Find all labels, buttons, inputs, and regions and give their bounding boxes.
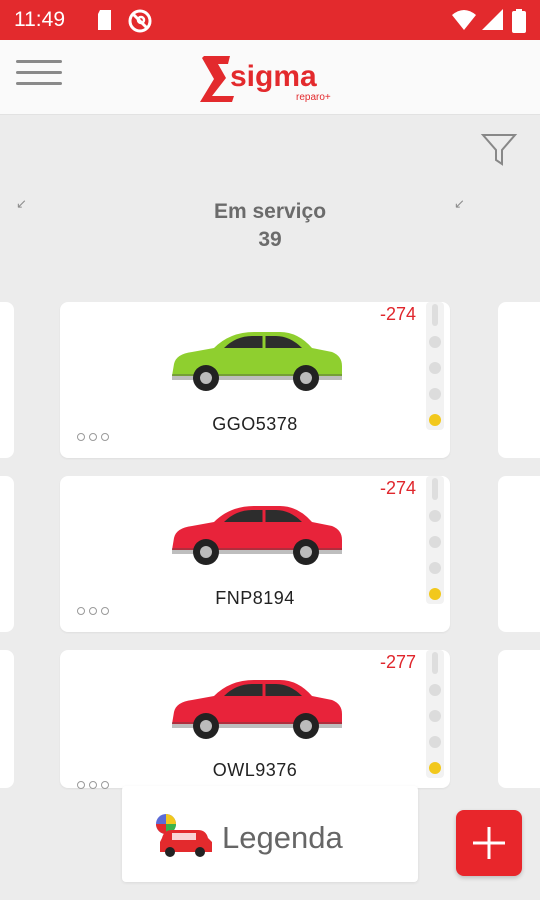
filter-icon[interactable] [480, 130, 518, 168]
adjacent-card-left[interactable] [0, 302, 14, 458]
license-plate: FNP8194 [215, 588, 295, 608]
status-light [429, 510, 441, 522]
status-light [429, 684, 441, 696]
adjacent-card-right[interactable] [498, 476, 540, 632]
car-legend-icon [156, 814, 212, 857]
signal-icon [482, 9, 503, 30]
status-time: 11:49 [14, 8, 65, 31]
status-light-active [429, 762, 441, 774]
adjacent-card-left[interactable] [0, 476, 14, 632]
sd-card-icon [98, 10, 111, 30]
vehicle-card[interactable]: -274 GGO5378 [60, 302, 450, 458]
menu-button[interactable] [16, 60, 62, 94]
car-image [172, 506, 342, 565]
days-counter: -274 [379, 304, 416, 324]
wifi-icon [452, 10, 476, 30]
vehicle-card[interactable]: -277 OWL9376 [60, 650, 450, 789]
status-bar: 11:49 [0, 0, 540, 40]
days-counter: -277 [379, 652, 416, 672]
more-options-icon[interactable] [77, 433, 109, 441]
days-counter: -274 [379, 478, 416, 498]
status-light-active [429, 588, 441, 600]
license-plate: OWL9376 [212, 760, 298, 780]
app-header: sigma reparo+ [0, 40, 540, 115]
status-light [429, 710, 441, 722]
vehicle-card[interactable]: -274 FNP8194 [60, 476, 450, 632]
status-light [429, 388, 441, 400]
adjacent-card-right[interactable] [498, 302, 540, 458]
more-options-icon[interactable] [77, 607, 109, 615]
no-disturb-icon [128, 9, 152, 33]
hamburger-menu-icon [16, 60, 62, 63]
battery-icon [512, 9, 526, 33]
status-light [429, 362, 441, 374]
logo-text: sigma [230, 60, 317, 93]
status-light [429, 336, 441, 348]
status-lights [426, 476, 444, 604]
car-image [172, 332, 342, 391]
plus-icon [473, 827, 505, 859]
status-light [429, 562, 441, 574]
column-count: 39 [258, 228, 282, 251]
adjacent-card-right[interactable] [498, 650, 540, 788]
status-light [429, 536, 441, 548]
add-fab-button[interactable] [456, 810, 522, 876]
car-image [172, 680, 342, 739]
status-light-active [429, 414, 441, 426]
license-plate: GGO5378 [212, 414, 298, 434]
column-title: Em serviço [213, 200, 327, 223]
more-options-icon[interactable] [77, 781, 109, 789]
status-light [429, 736, 441, 748]
adjacent-card-left[interactable] [0, 650, 14, 788]
status-lights [426, 650, 444, 778]
status-lights [426, 302, 444, 430]
legend-label: Legenda [222, 820, 343, 855]
legend-button[interactable]: Legenda [122, 786, 418, 882]
logo-subtext: reparo+ [296, 92, 331, 103]
sigma-logo: sigma reparo+ [200, 56, 331, 103]
